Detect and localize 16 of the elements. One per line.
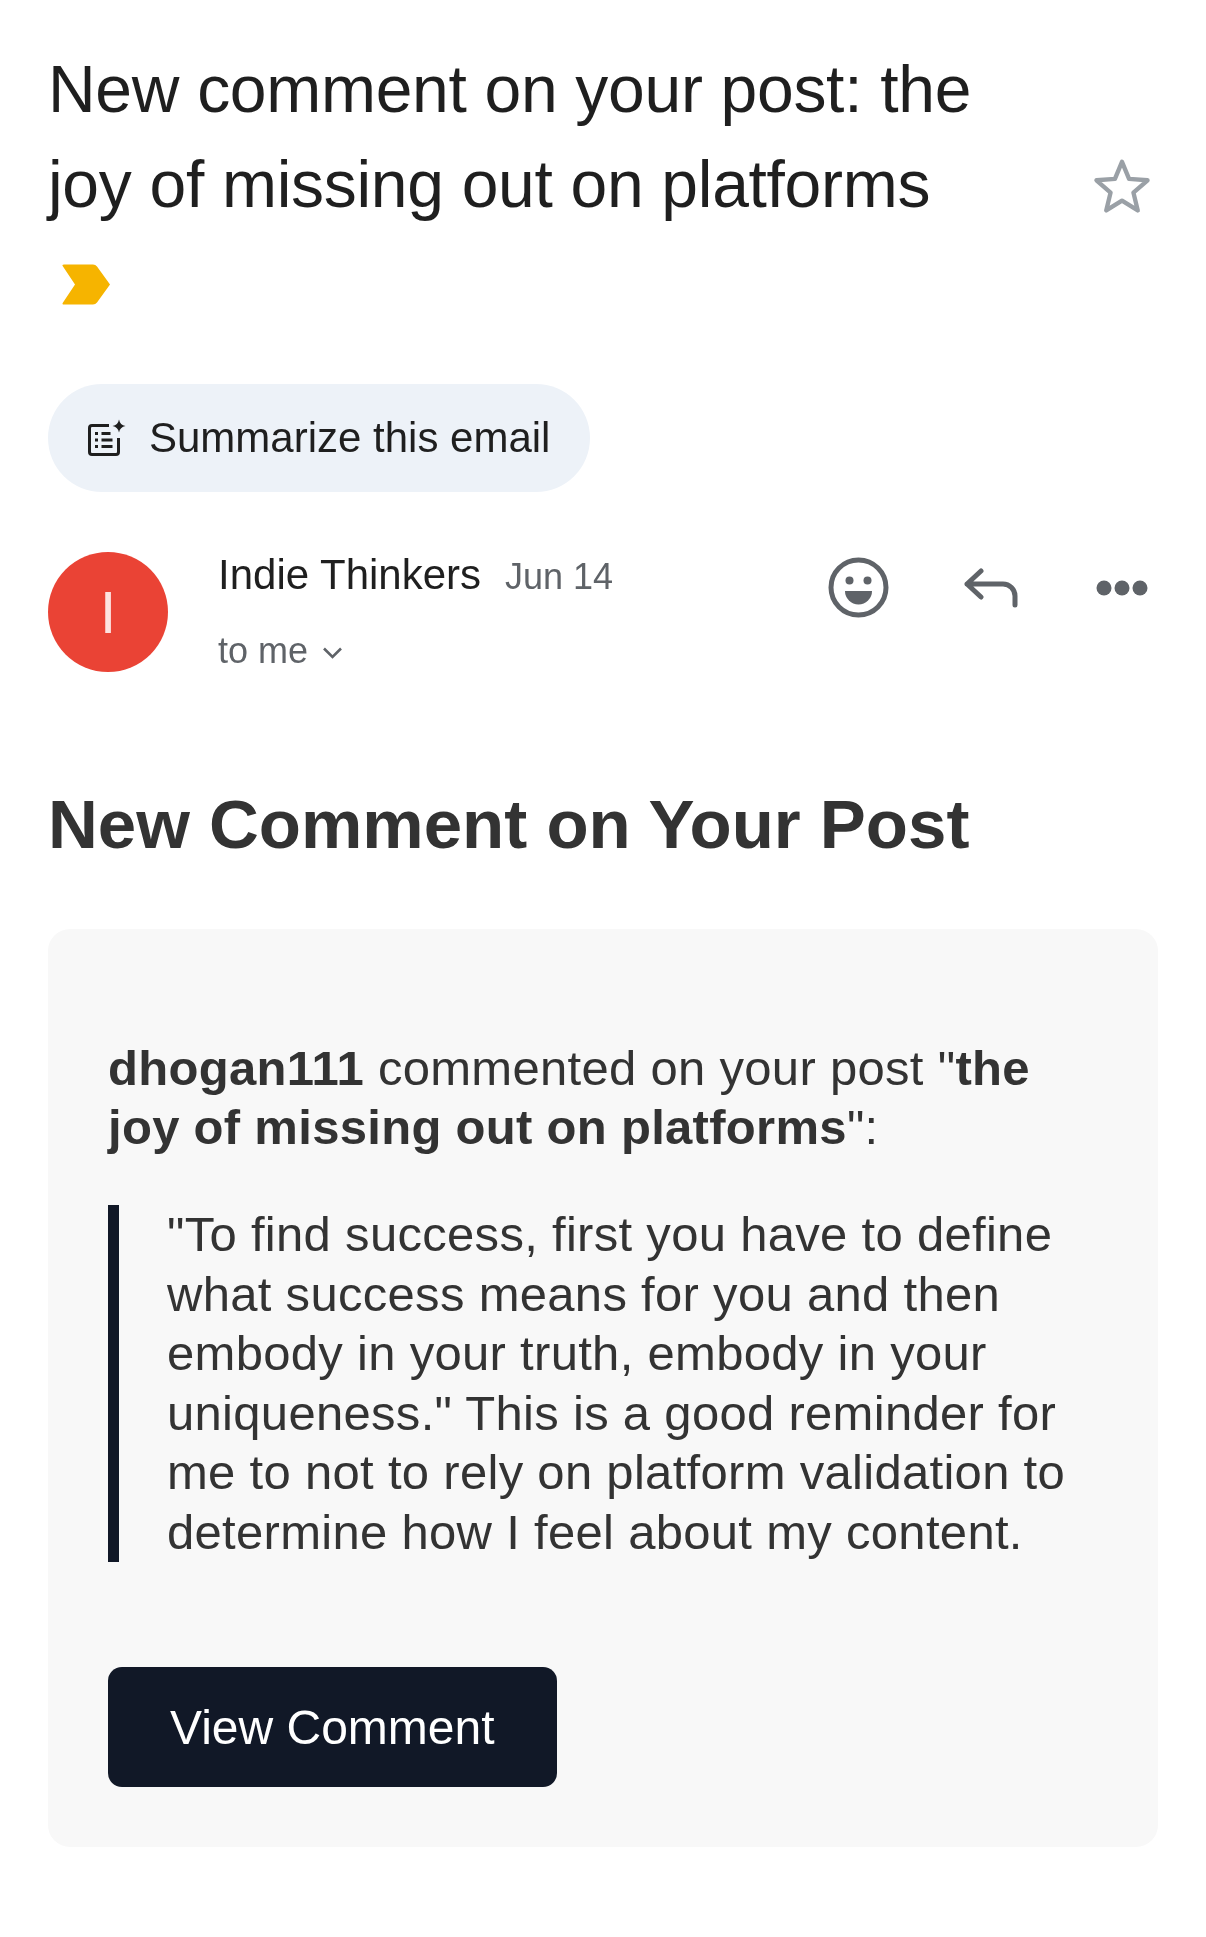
chevron-down-icon[interactable]	[322, 646, 344, 660]
star-icon[interactable]	[1092, 158, 1152, 214]
reply-icon[interactable]	[963, 567, 1019, 608]
message-heading: New Comment on Your Post	[48, 785, 971, 865]
sender-name: Indie Thinkers	[218, 552, 482, 598]
comment-intro: dhogan111 commented on your post "the joy of missing out on platforms":	[108, 1040, 1031, 1156]
more-options-icon[interactable]	[1096, 578, 1148, 597]
email-subject: New comment on your post: the joy of missing out on platforms	[48, 51, 973, 223]
comment-quote: "To find success, first you have to define what success means for you and then embody in your truth, embody in your uniqueness." This is a good reminder for me to not to rely on platform validation to determine how I feel about my content.	[108, 1205, 1098, 1562]
view-comment-button[interactable]: View Comment	[108, 1667, 557, 1787]
sender-avatar: I	[48, 552, 168, 672]
recipient-label[interactable]: to me	[218, 628, 309, 674]
email-date: Jun 14	[505, 555, 614, 599]
document-sparkle-icon	[86, 419, 126, 457]
smiley-icon[interactable]	[828, 557, 889, 618]
summarize-button[interactable]: Summarize this email	[48, 384, 591, 492]
